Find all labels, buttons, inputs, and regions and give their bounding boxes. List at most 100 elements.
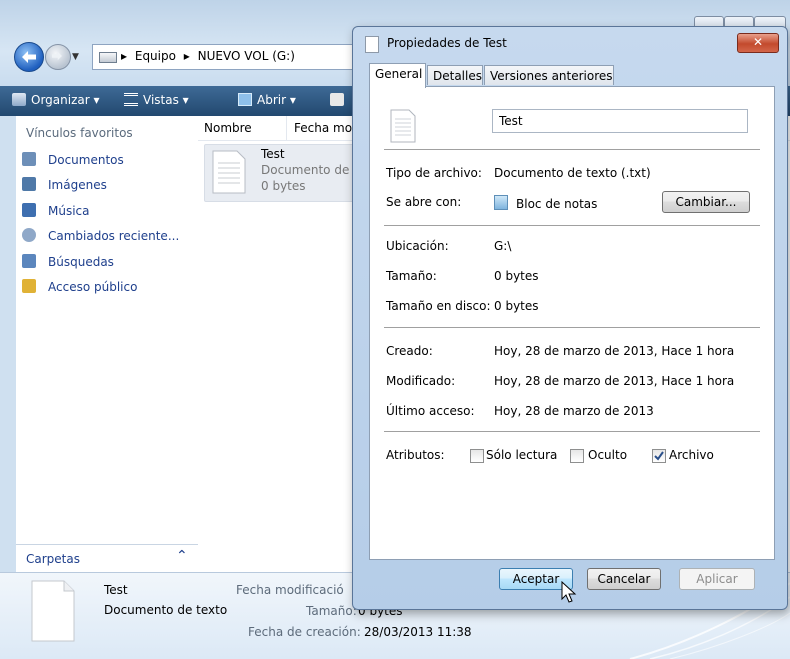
details-file-type: Documento de texto xyxy=(104,603,228,617)
tamano-value: 0 bytes xyxy=(494,269,539,283)
column-nombre[interactable]: Nombre xyxy=(204,121,252,135)
file-name: Test xyxy=(261,147,285,161)
text-document-icon xyxy=(365,36,379,53)
abre-value: Bloc de notas xyxy=(494,195,597,211)
solo-lectura-label[interactable]: Sólo lectura xyxy=(486,448,557,462)
favorite-documentos[interactable]: Documentos xyxy=(22,152,124,172)
column-divider xyxy=(286,116,287,140)
file-item-test[interactable]: Test Documento de 0 bytes xyxy=(204,144,366,202)
details-created-label: Fecha de creación: xyxy=(248,625,361,639)
text-document-icon xyxy=(390,109,416,143)
atributos-label: Atributos: xyxy=(386,448,445,462)
details-size-label: Tamaño: xyxy=(306,604,357,618)
tab-detalles[interactable]: Detalles xyxy=(427,65,483,85)
favorite-label: Cambiados reciente... xyxy=(48,229,180,243)
abrir-menu[interactable]: Abrir ▾ xyxy=(238,93,296,107)
breadcrumb-separator-icon: ▸ xyxy=(121,49,128,63)
tamano-label: Tamaño: xyxy=(386,269,437,283)
organizar-label: Organizar xyxy=(31,93,90,107)
address-bar[interactable]: ▸ Equipo ▸ NUEVO VOL (G:) xyxy=(92,44,362,70)
acceso-label: Último acceso: xyxy=(386,404,475,418)
breadcrumb: ▸ Equipo ▸ NUEVO VOL (G:) xyxy=(121,49,299,63)
folders-label: Carpetas xyxy=(26,552,80,566)
tamano-disco-label: Tamaño en disco: xyxy=(386,299,491,313)
dialog-close-button[interactable]: ✕ xyxy=(737,33,779,53)
chevron-up-icon: ⌃ xyxy=(176,548,188,564)
public-folder-icon xyxy=(22,279,36,293)
forward-button[interactable] xyxy=(45,44,71,70)
breadcrumb-item-equipo[interactable]: Equipo xyxy=(135,49,176,63)
favorite-busquedas[interactable]: Búsquedas xyxy=(22,254,114,274)
text-document-icon xyxy=(31,580,75,642)
notepad-icon xyxy=(494,195,508,210)
file-size: 0 bytes xyxy=(261,179,306,193)
favorite-acceso-publico[interactable]: Acceso público xyxy=(22,279,137,299)
file-type: Documento de xyxy=(261,163,350,177)
text-document-icon xyxy=(212,150,246,194)
archivo-checkbox[interactable] xyxy=(652,449,666,463)
ubicacion-label: Ubicación: xyxy=(386,239,449,253)
archivo-label[interactable]: Archivo xyxy=(669,448,714,462)
search-folder-icon xyxy=(22,254,36,268)
favorite-label: Música xyxy=(48,204,90,218)
file-name-field[interactable] xyxy=(492,109,748,133)
solo-lectura-checkbox[interactable] xyxy=(470,449,484,463)
oculto-checkbox[interactable] xyxy=(570,449,584,463)
breadcrumb-separator-icon: ▸ xyxy=(183,49,190,63)
general-tab-panel: Tipo de archivo: Documento de texto (.tx… xyxy=(369,86,775,560)
forward-arrow-icon xyxy=(52,51,62,61)
navigation-pane: Vínculos favoritos Documentos Imágenes M… xyxy=(16,116,199,572)
properties-dialog: Propiedades de Test ✕ General Detalles V… xyxy=(352,26,788,610)
tipo-label: Tipo de archivo: xyxy=(386,166,482,180)
separator xyxy=(384,149,760,150)
column-fecha[interactable]: Fecha mo xyxy=(294,121,352,135)
folders-toggle[interactable]: Carpetas ⌃ xyxy=(16,544,198,573)
tamano-disco-value: 0 bytes xyxy=(494,299,539,313)
vistas-menu[interactable]: Vistas ▾ xyxy=(124,93,189,107)
mouse-cursor-icon xyxy=(561,581,577,603)
tab-versiones-anteriores[interactable]: Versiones anteriores xyxy=(484,65,614,85)
pictures-icon xyxy=(22,177,36,191)
back-button[interactable] xyxy=(14,42,44,72)
favorite-label: Acceso público xyxy=(48,280,138,294)
separator xyxy=(384,327,760,328)
drive-icon xyxy=(99,52,117,63)
abrir-label: Abrir xyxy=(257,93,287,107)
breadcrumb-item-volume[interactable]: NUEVO VOL (G:) xyxy=(198,49,295,63)
favorite-recientes[interactable]: Cambiados reciente... xyxy=(22,228,179,248)
organizar-menu[interactable]: Organizar ▾ xyxy=(12,93,100,107)
separator xyxy=(384,225,760,226)
documents-icon xyxy=(22,152,36,166)
details-created-value: 28/03/2013 11:38 xyxy=(364,625,472,639)
separator xyxy=(384,431,760,432)
recent-icon xyxy=(22,228,36,242)
cancelar-button[interactable]: Cancelar xyxy=(587,568,661,590)
favorite-label: Imágenes xyxy=(48,178,107,192)
favorites-title: Vínculos favoritos xyxy=(26,126,133,140)
details-file-name: Test xyxy=(104,583,128,597)
ubicacion-value: G:\ xyxy=(494,239,512,253)
creado-label: Creado: xyxy=(386,344,433,358)
tab-strip: General Detalles Versiones anteriores xyxy=(369,63,769,88)
favorite-musica[interactable]: Música xyxy=(22,203,90,223)
modificado-value: Hoy, 28 de marzo de 2013, Hace 1 hora xyxy=(494,374,735,388)
abre-app-name: Bloc de notas xyxy=(516,197,598,211)
favorite-imagenes[interactable]: Imágenes xyxy=(22,177,107,197)
favorite-label: Búsquedas xyxy=(48,255,114,269)
history-dropdown-icon[interactable]: ▼ xyxy=(72,52,79,62)
creado-value: Hoy, 28 de marzo de 2013, Hace 1 hora xyxy=(494,344,735,358)
vistas-label: Vistas xyxy=(143,93,179,107)
acceso-value: Hoy, 28 de marzo de 2013 xyxy=(494,404,654,418)
print-button[interactable] xyxy=(330,93,349,107)
cambiar-button[interactable]: Cambiar... xyxy=(662,191,750,213)
open-icon xyxy=(238,93,252,106)
aplicar-button[interactable]: Aplicar xyxy=(679,568,755,590)
organize-icon xyxy=(12,93,26,106)
oculto-label[interactable]: Oculto xyxy=(588,448,627,462)
modificado-label: Modificado: xyxy=(386,374,456,388)
checkmark-icon xyxy=(654,451,664,461)
music-icon xyxy=(22,203,36,217)
tab-general[interactable]: General xyxy=(369,63,426,88)
favorite-label: Documentos xyxy=(48,153,124,167)
abre-label: Se abre con: xyxy=(386,195,462,209)
